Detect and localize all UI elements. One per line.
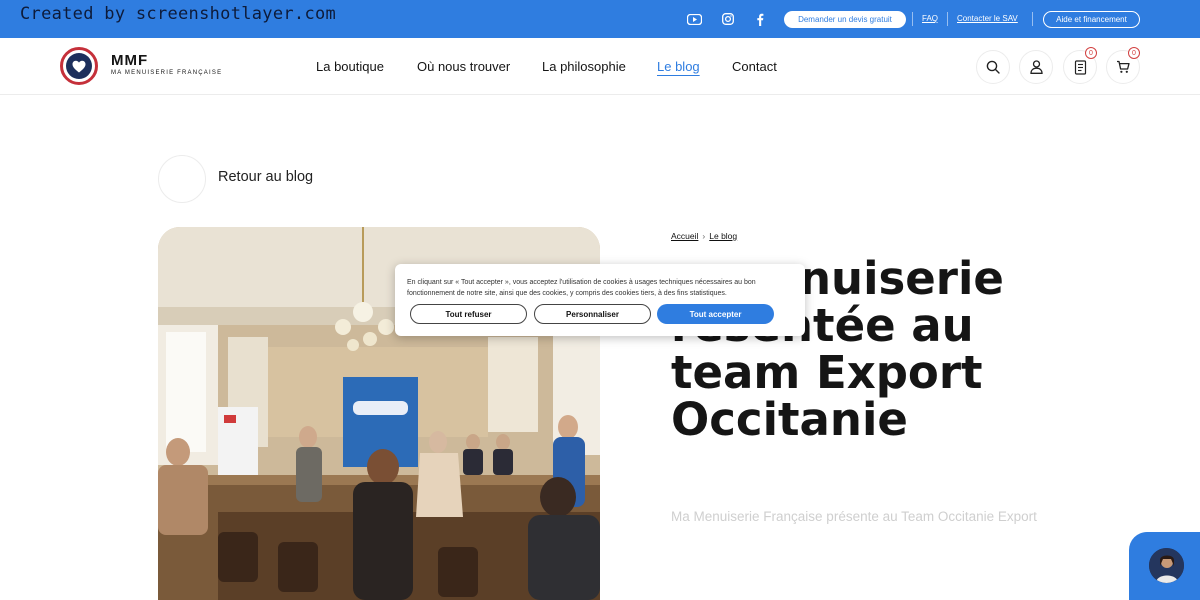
title-line-4: Occitanie bbox=[671, 393, 908, 446]
top-bar: Created by screenshotlayer.com Demander … bbox=[0, 0, 1200, 38]
logo-wordmark[interactable]: MMF MA MENUISERIE FRANÇAISE bbox=[111, 52, 223, 77]
breadcrumb-home[interactable]: Accueil bbox=[671, 231, 698, 241]
cookie-banner: En cliquant sur « Tout accepter », vous … bbox=[395, 264, 805, 336]
contact-sav-link[interactable]: Contacter le SAV bbox=[957, 14, 1018, 23]
back-arrow-button[interactable] bbox=[158, 155, 206, 203]
faq-link[interactable]: FAQ bbox=[922, 14, 938, 23]
user-icon bbox=[1029, 60, 1043, 74]
logo-subtitle: MA MENUISERIE FRANÇAISE bbox=[111, 70, 223, 76]
nav-contact[interactable]: Contact bbox=[732, 59, 777, 74]
divider bbox=[947, 12, 948, 26]
article-subtitle: Ma Menuiserie Française présente au Team… bbox=[671, 509, 1037, 524]
watermark: Created by screenshotlayer.com bbox=[20, 4, 337, 24]
customize-button[interactable]: Personnaliser bbox=[534, 304, 651, 324]
quote-count-badge: 0 bbox=[1085, 47, 1097, 59]
divider bbox=[1032, 12, 1033, 26]
divider bbox=[912, 12, 913, 26]
instagram-icon[interactable] bbox=[720, 11, 736, 27]
nav-philosophy[interactable]: La philosophie bbox=[542, 59, 626, 74]
logo-mark[interactable] bbox=[60, 47, 98, 85]
logo-title: MMF bbox=[111, 52, 149, 69]
cart-button[interactable]: 0 bbox=[1106, 47, 1140, 84]
facebook-icon[interactable] bbox=[752, 11, 768, 27]
cart-icon bbox=[1117, 60, 1130, 73]
quote-list-icon bbox=[1074, 59, 1087, 75]
main-header: MMF MA MENUISERIE FRANÇAISE La boutique … bbox=[0, 38, 1200, 95]
breadcrumb: Accueil › Le blog bbox=[671, 231, 737, 241]
search-button[interactable] bbox=[976, 50, 1010, 84]
quotes-button[interactable]: 0 bbox=[1063, 47, 1097, 84]
back-to-blog-link[interactable]: Retour au blog bbox=[218, 169, 313, 185]
chat-avatar[interactable] bbox=[1147, 546, 1186, 585]
search-icon bbox=[986, 60, 1000, 74]
title-line-3: team Export bbox=[671, 346, 983, 399]
account-button[interactable] bbox=[1019, 50, 1053, 84]
chevron-right-icon: › bbox=[702, 231, 706, 241]
nav-blog[interactable]: Le blog bbox=[657, 59, 700, 74]
refuse-all-button[interactable]: Tout refuser bbox=[410, 304, 527, 324]
cart-count-badge: 0 bbox=[1128, 47, 1140, 59]
heart-icon bbox=[66, 53, 92, 79]
accept-all-button[interactable]: Tout accepter bbox=[657, 304, 774, 324]
cookie-text: En cliquant sur « Tout accepter », vous … bbox=[407, 279, 756, 297]
breadcrumb-blog[interactable]: Le blog bbox=[709, 231, 737, 241]
nav-find-us[interactable]: Où nous trouver bbox=[417, 59, 510, 74]
nav-boutique[interactable]: La boutique bbox=[316, 59, 384, 74]
youtube-icon[interactable] bbox=[686, 11, 702, 27]
aid-financing-button[interactable]: Aide et financement bbox=[1043, 11, 1140, 28]
free-quote-button[interactable]: Demander un devis gratuit bbox=[784, 11, 906, 28]
